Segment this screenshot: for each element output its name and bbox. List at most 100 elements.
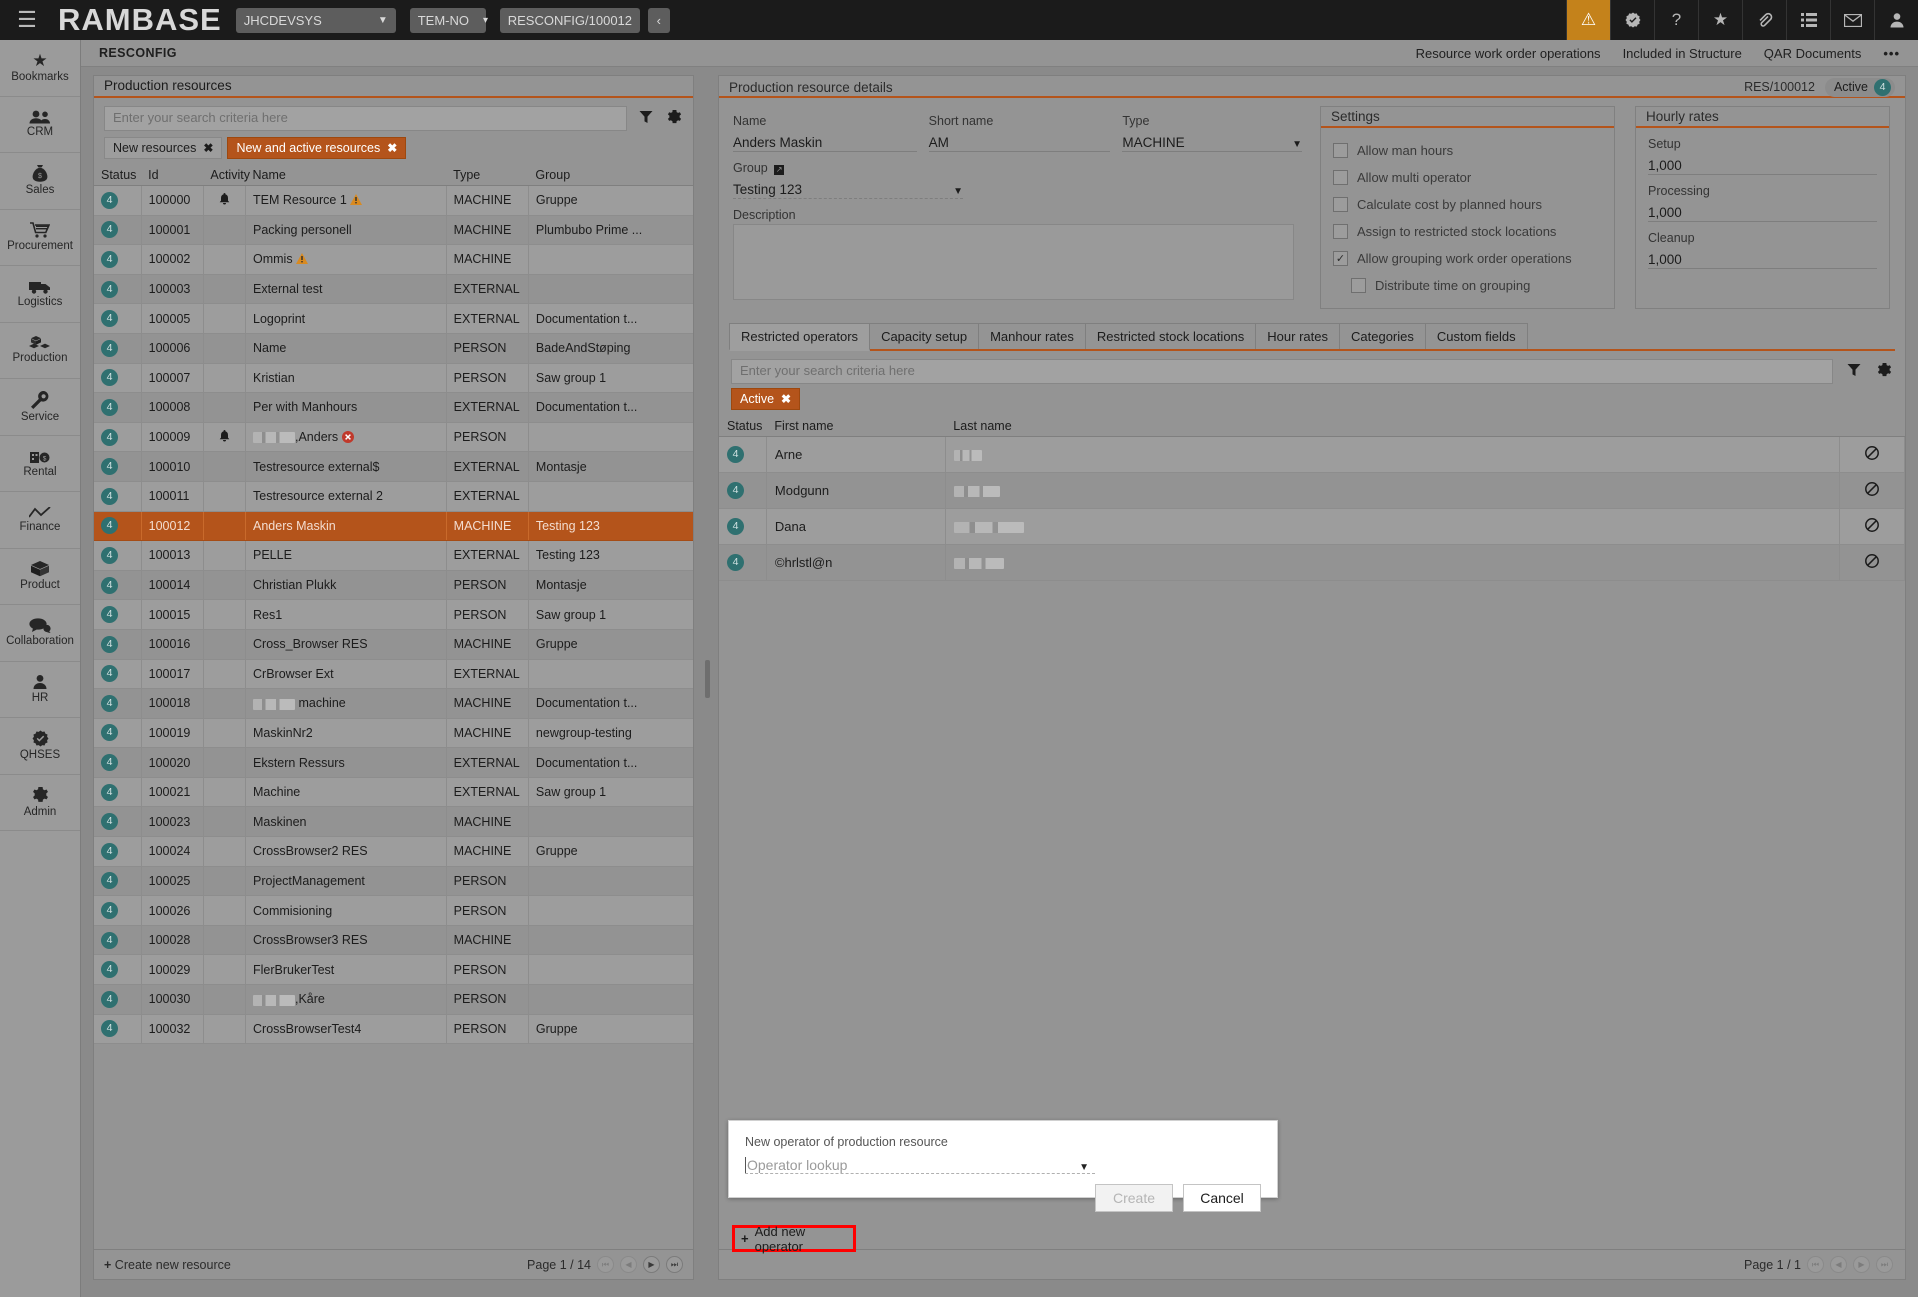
filter-icon[interactable] xyxy=(1845,363,1863,380)
tab-custom-fields[interactable]: Custom fields xyxy=(1425,323,1528,349)
operators-search-input[interactable]: Enter your search criteria here xyxy=(731,359,1833,384)
table-row[interactable]: 4100001Packing personellMACHINEPlumbubo … xyxy=(94,215,693,245)
close-icon[interactable]: ✖ xyxy=(781,392,791,406)
tab-manhour-rates[interactable]: Manhour rates xyxy=(978,323,1086,349)
name-input[interactable]: Anders Maskin xyxy=(733,130,917,152)
tab-restricted-operators[interactable]: Restricted operators xyxy=(729,323,870,351)
col-status[interactable]: Status xyxy=(94,165,141,186)
last-page-button[interactable]: ⏭ xyxy=(1876,1256,1893,1273)
first-page-button[interactable]: ⏮ xyxy=(597,1256,614,1273)
table-row[interactable]: 4©hrlstl@n xyxy=(719,545,1905,581)
setting-row[interactable]: Distribute time on grouping xyxy=(1333,272,1602,299)
warning-icon[interactable]: ⚠ xyxy=(1566,0,1610,40)
filter-icon[interactable] xyxy=(637,110,655,127)
sidebar-item-admin[interactable]: Admin xyxy=(0,775,80,832)
help-icon[interactable]: ? xyxy=(1654,0,1698,40)
block-icon[interactable] xyxy=(1865,520,1879,535)
table-row[interactable]: 4100032CrossBrowserTest4PERSONGruppe xyxy=(94,1014,693,1044)
checkbox[interactable] xyxy=(1333,224,1348,239)
cell-action[interactable] xyxy=(1840,437,1905,473)
company-selector[interactable]: JHCDEVSYS ▼ xyxy=(236,8,396,33)
gear-icon[interactable] xyxy=(665,110,683,128)
prev-page-button[interactable]: ◀ xyxy=(1830,1256,1847,1273)
gear-icon[interactable] xyxy=(1875,363,1893,381)
table-row[interactable]: 4100002Ommis MACHINE xyxy=(94,245,693,275)
tab-capacity-setup[interactable]: Capacity setup xyxy=(869,323,979,349)
table-row[interactable]: 4100014Christian PlukkPERSONMontasje xyxy=(94,570,693,600)
close-icon[interactable]: ✖ xyxy=(387,141,397,155)
col-activity[interactable]: Activity xyxy=(203,165,245,186)
table-row[interactable]: 4100016Cross_Browser RESMACHINEGruppe xyxy=(94,629,693,659)
table-row[interactable]: 4100026CommisioningPERSON xyxy=(94,896,693,926)
sidebar-item-production[interactable]: Production xyxy=(0,323,80,380)
link-resource-work-order-operations[interactable]: Resource work order operations xyxy=(1416,46,1601,61)
more-options-icon[interactable]: ••• xyxy=(1883,46,1900,61)
table-row[interactable]: 4100028CrossBrowser3 RESMACHINE xyxy=(94,925,693,955)
search-input[interactable]: Enter your search criteria here xyxy=(104,106,627,131)
checkbox[interactable] xyxy=(1333,143,1348,158)
mail-icon[interactable] xyxy=(1830,0,1874,40)
table-row[interactable]: 4Arne xyxy=(719,437,1905,473)
sidebar-item-rental[interactable]: $ Rental xyxy=(0,436,80,493)
add-new-operator-button[interactable]: + Add new operator xyxy=(732,1225,856,1252)
table-row[interactable]: 4100005LogoprintEXTERNALDocumentation t.… xyxy=(94,304,693,334)
table-row[interactable]: 4100029FlerBrukerTestPERSON xyxy=(94,955,693,985)
table-row[interactable]: 4100021MachineEXTERNALSaw group 1 xyxy=(94,777,693,807)
create-button[interactable]: Create xyxy=(1095,1184,1173,1212)
user-icon[interactable] xyxy=(1874,0,1918,40)
rate-input[interactable]: 1,000 xyxy=(1648,153,1877,175)
tab-categories[interactable]: Categories xyxy=(1339,323,1426,349)
col-type[interactable]: Type xyxy=(446,165,528,186)
table-row[interactable]: 4100008Per with ManhoursEXTERNALDocument… xyxy=(94,393,693,423)
table-row[interactable]: 4100015Res1PERSONSaw group 1 xyxy=(94,600,693,630)
table-row[interactable]: 4100000TEM Resource 1 MACHINEGruppe xyxy=(94,186,693,216)
verified-icon[interactable] xyxy=(1610,0,1654,40)
type-select[interactable]: MACHINE ▼ xyxy=(1122,130,1302,152)
next-page-button[interactable]: ▶ xyxy=(1853,1256,1870,1273)
rate-input[interactable]: 1,000 xyxy=(1648,200,1877,222)
panel-splitter[interactable] xyxy=(705,660,710,698)
table-row[interactable]: 4100025ProjectManagementPERSON xyxy=(94,866,693,896)
temno-selector[interactable]: TEM-NO ▾ xyxy=(410,8,486,33)
table-row[interactable]: 4Modgunn xyxy=(719,473,1905,509)
sidebar-item-service[interactable]: Service xyxy=(0,379,80,436)
col-op-status[interactable]: Status xyxy=(719,416,766,437)
chip-new-and-active-resources[interactable]: New and active resources ✖ xyxy=(227,137,406,159)
last-page-button[interactable]: ⏭ xyxy=(666,1256,683,1273)
setting-row[interactable]: Allow man hours xyxy=(1333,137,1602,164)
group-select[interactable]: Testing 123 ▼ xyxy=(733,177,963,199)
sidebar-item-collaboration[interactable]: Collaboration xyxy=(0,605,80,662)
document-field[interactable]: RESCONFIG/100012 xyxy=(500,8,640,33)
cell-action[interactable] xyxy=(1840,473,1905,509)
sidebar-item-hr[interactable]: HR xyxy=(0,662,80,719)
table-row[interactable]: 4100007KristianPERSONSaw group 1 xyxy=(94,363,693,393)
table-row[interactable]: 4100003External testEXTERNAL xyxy=(94,274,693,304)
col-op-last-name[interactable]: Last name xyxy=(945,416,1840,437)
table-row[interactable]: 4100017CrBrowser ExtEXTERNAL xyxy=(94,659,693,689)
table-row[interactable]: 4100018 machineMACHINEDocumentation t... xyxy=(94,689,693,719)
table-row[interactable]: 4100023MaskinenMACHINE xyxy=(94,807,693,837)
sidebar-item-bookmarks[interactable]: ★ Bookmarks xyxy=(0,40,80,97)
sidebar-item-finance[interactable]: Finance xyxy=(0,492,80,549)
attachment-icon[interactable] xyxy=(1742,0,1786,40)
block-icon[interactable] xyxy=(1865,448,1879,463)
star-icon[interactable]: ★ xyxy=(1698,0,1742,40)
hamburger-icon[interactable]: ☰ xyxy=(0,0,54,40)
sidebar-item-product[interactable]: Product xyxy=(0,549,80,606)
tab-hour-rates[interactable]: Hour rates xyxy=(1255,323,1340,349)
checkbox[interactable] xyxy=(1333,197,1348,212)
short-name-input[interactable]: AM xyxy=(929,130,1111,152)
sidebar-item-crm[interactable]: CRM xyxy=(0,97,80,154)
table-row[interactable]: 4100009,Anders PERSON xyxy=(94,422,693,452)
link-included-in-structure[interactable]: Included in Structure xyxy=(1623,46,1742,61)
external-link-icon[interactable]: ↗ xyxy=(774,165,784,175)
table-row[interactable]: 4Dana xyxy=(719,509,1905,545)
next-page-button[interactable]: ▶ xyxy=(643,1256,660,1273)
col-name[interactable]: Name xyxy=(246,165,447,186)
table-row[interactable]: 4100006NamePERSONBadeAndStøping xyxy=(94,333,693,363)
back-button[interactable]: ‹ xyxy=(648,8,670,33)
bell-icon[interactable] xyxy=(219,431,230,445)
chip-active[interactable]: Active ✖ xyxy=(731,388,800,410)
col-op-first-name[interactable]: First name xyxy=(766,416,945,437)
cell-action[interactable] xyxy=(1840,509,1905,545)
